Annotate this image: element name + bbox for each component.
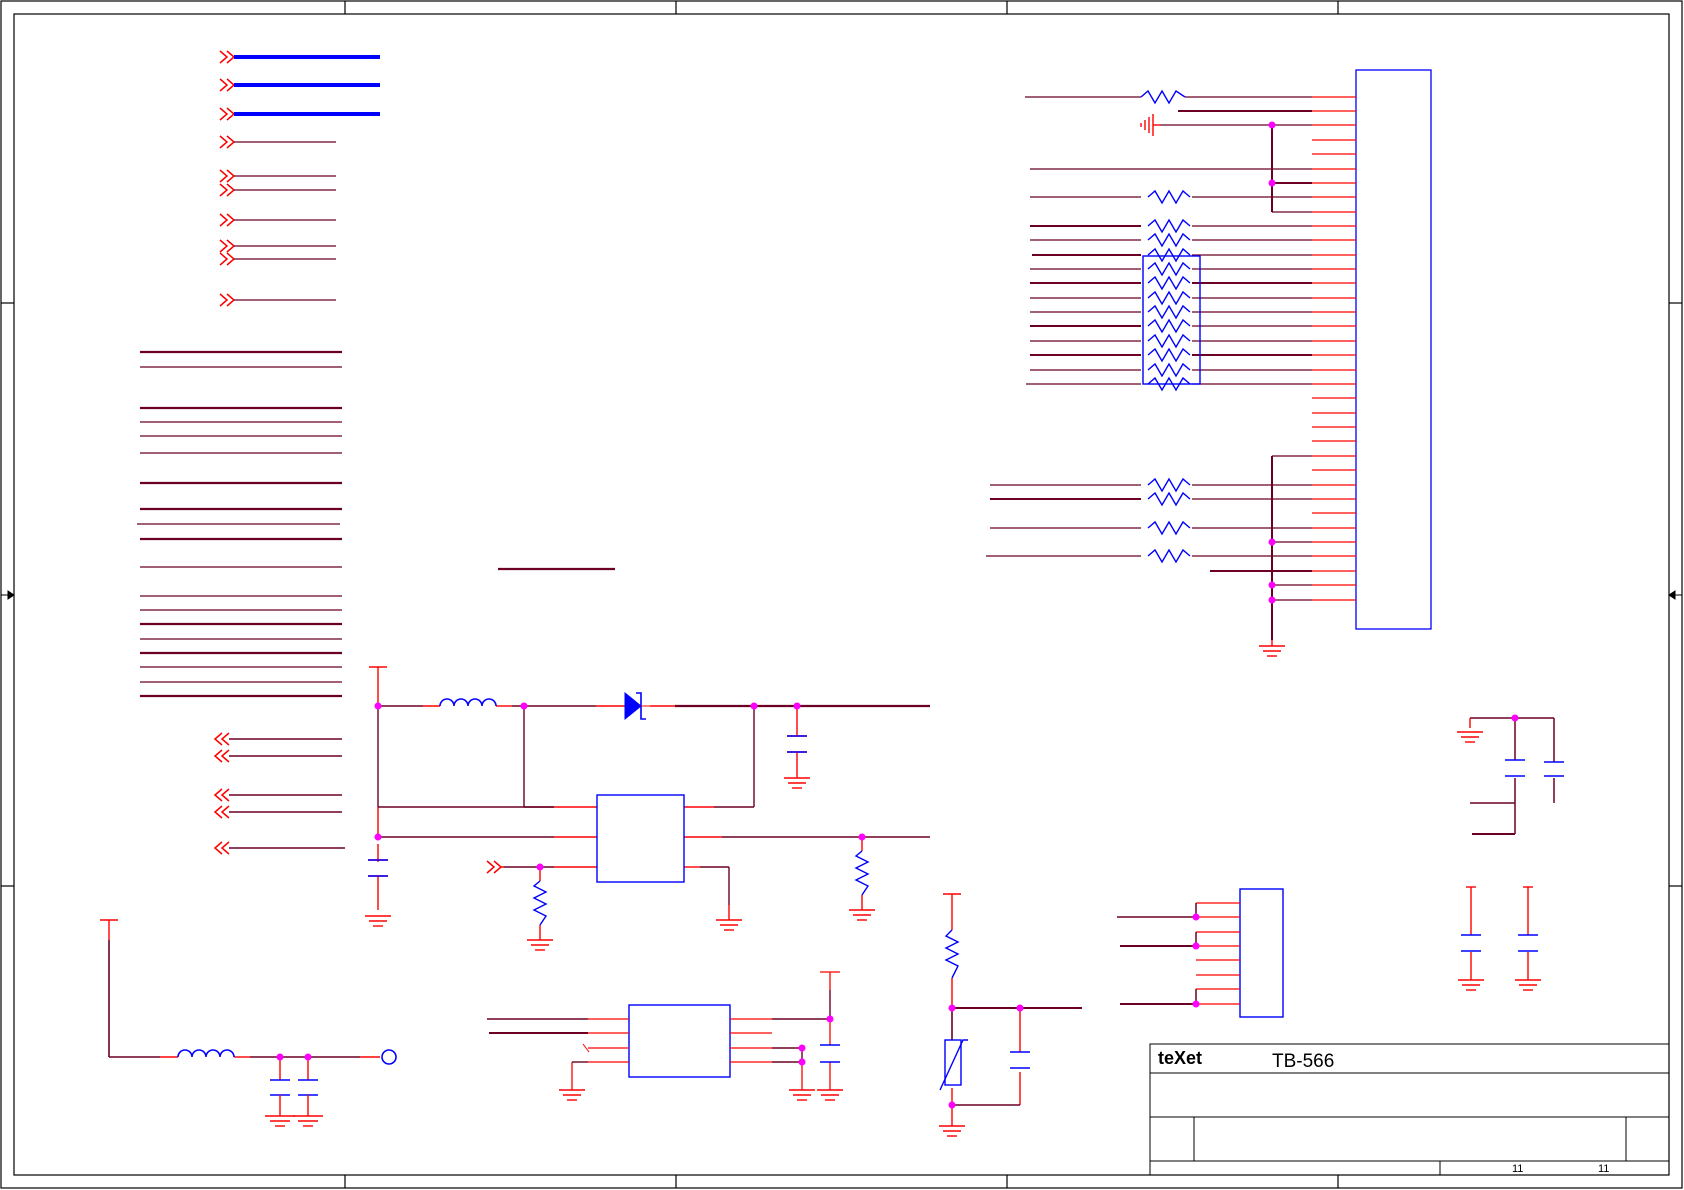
- offpage-connectors-inward: [213, 732, 345, 855]
- resistor-array-body: [1142, 255, 1201, 385]
- resistor-r-fb: [854, 850, 870, 896]
- boost-junctions: [374, 702, 866, 871]
- j1-ground-symbol: [1259, 640, 1285, 657]
- inductor-l2: [177, 1049, 235, 1058]
- boost-ic-u1: [596, 794, 685, 883]
- model-name: TB-566: [1272, 1051, 1334, 1072]
- resistor-r-ntc-top: [944, 929, 960, 979]
- ic-u2-block: [487, 971, 843, 1101]
- title-block: [1149, 1043, 1670, 1176]
- schematic-sheet: teXet TB-566 11 11: [0, 0, 1683, 1189]
- center-arrow-left: [1, 590, 15, 600]
- resistor-r-en: [532, 880, 548, 926]
- chassis-ground-symbol: [1140, 114, 1160, 136]
- test-point: [381, 1049, 397, 1065]
- connector-j2-body: [1239, 888, 1284, 1018]
- offpage-connectors-top: [219, 50, 380, 307]
- sheet-number: 11: [1512, 1163, 1523, 1175]
- power-filter-bottom-left: [100, 919, 397, 1127]
- center-arrow-right: [1668, 590, 1682, 600]
- j1-resistors: [1140, 89, 1201, 564]
- sheet-total: 11: [1598, 1163, 1609, 1175]
- connector-j1: [1312, 69, 1432, 630]
- ic-u2-body: [628, 1004, 731, 1078]
- sheet-frame: [0, 0, 1683, 1189]
- connector-j2: [1117, 888, 1284, 1018]
- boost-converter: [365, 666, 930, 951]
- brand-logo: teXet: [1158, 1048, 1202, 1068]
- net-label-lines: [137, 350, 615, 698]
- thermistor-divider: [939, 893, 1082, 1137]
- inductor-l1-coils: [439, 698, 497, 707]
- decoupling-caps-right: [1457, 714, 1564, 991]
- schottky-diode: [624, 691, 650, 721]
- bus-lines: [234, 55, 380, 116]
- connector-j1-pins: [1312, 96, 1356, 601]
- boost-grounds: [365, 777, 875, 951]
- boost-caps: [368, 735, 807, 877]
- connector-j1-body: [1355, 69, 1432, 630]
